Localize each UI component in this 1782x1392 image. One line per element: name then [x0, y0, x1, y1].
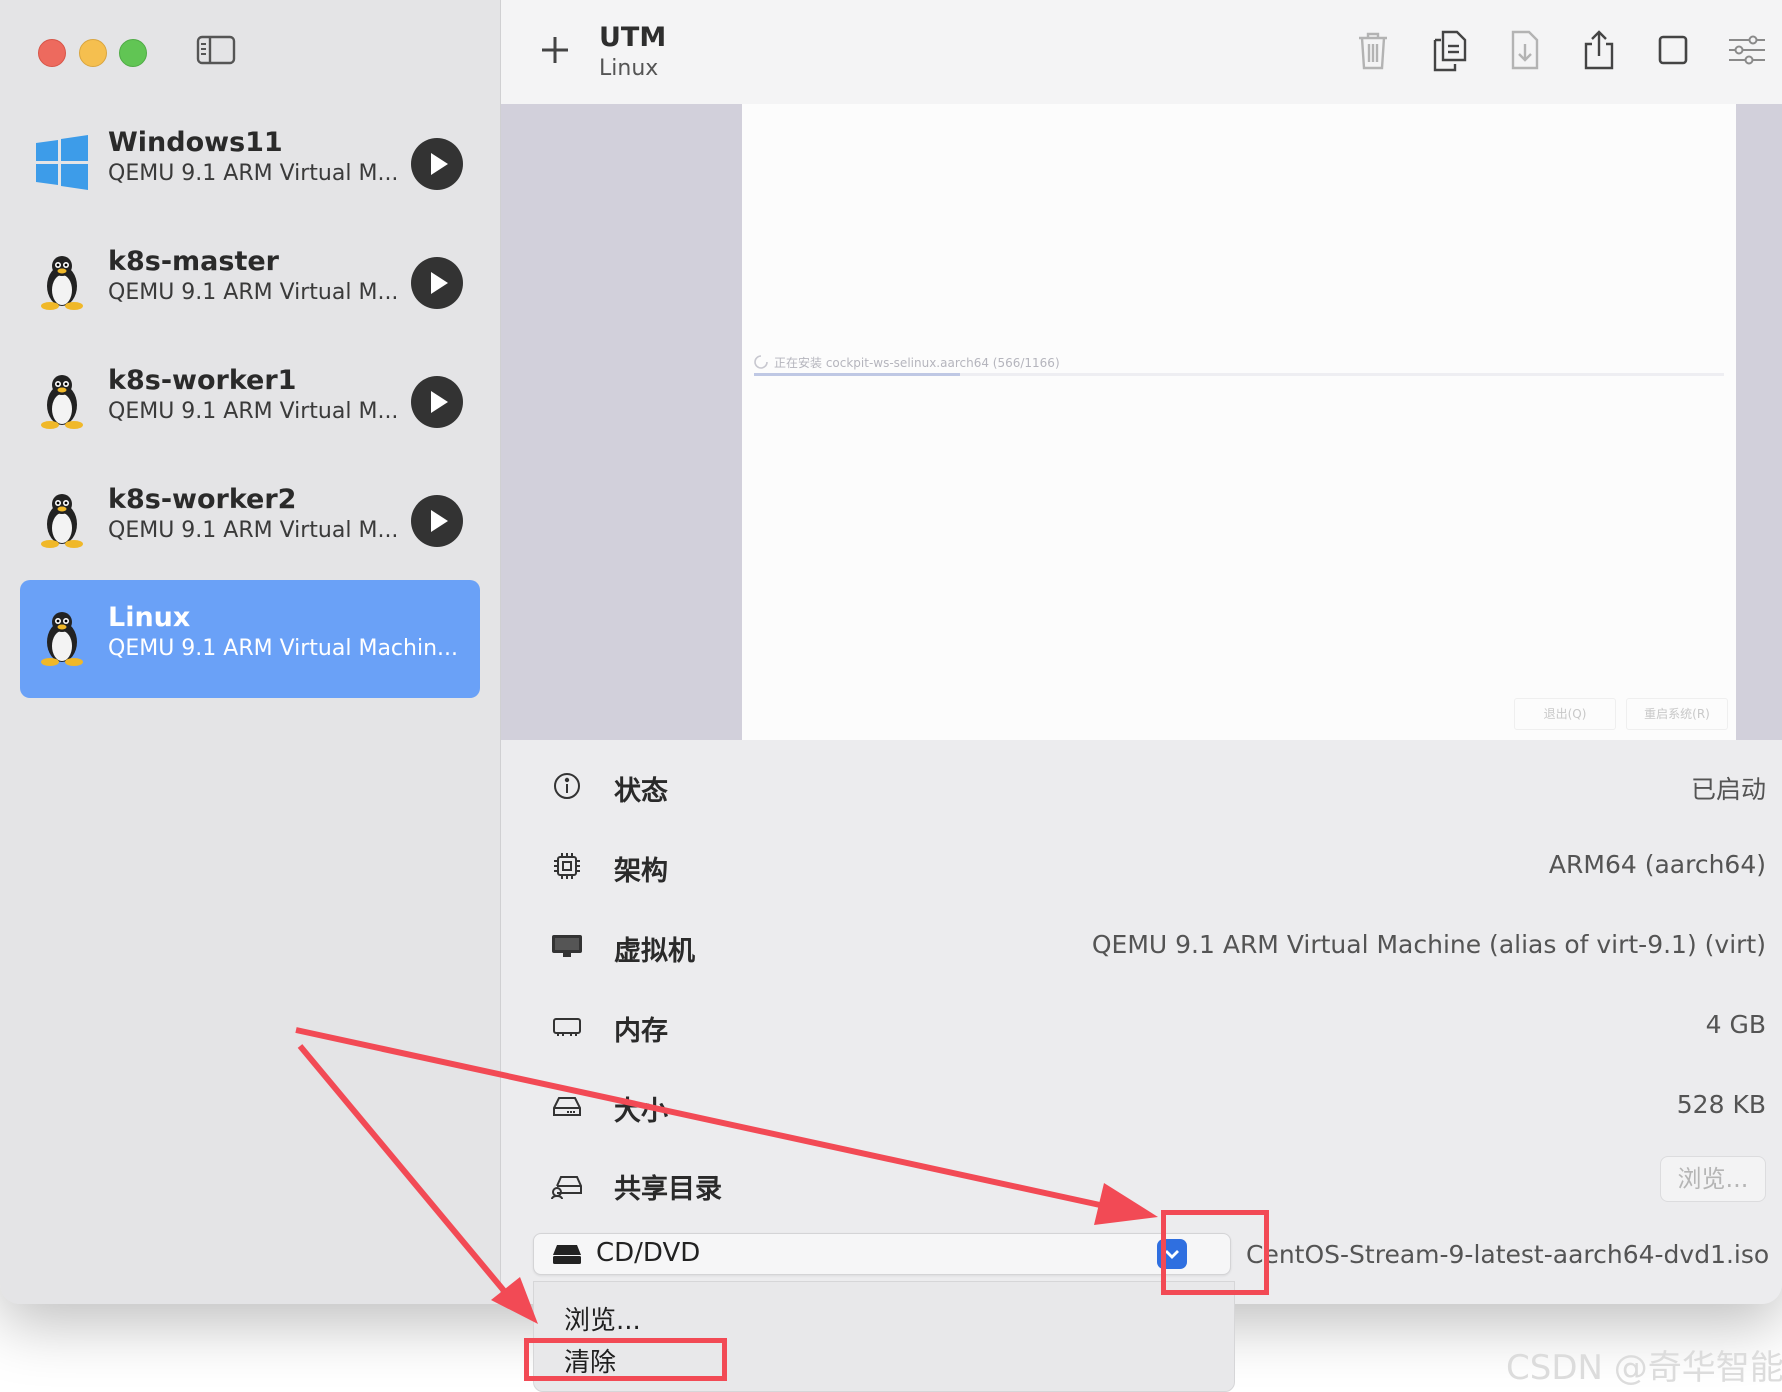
watermark: CSDN @奇华智能 [1506, 1348, 1782, 1388]
annotation-arrows [295, 1027, 1158, 1324]
